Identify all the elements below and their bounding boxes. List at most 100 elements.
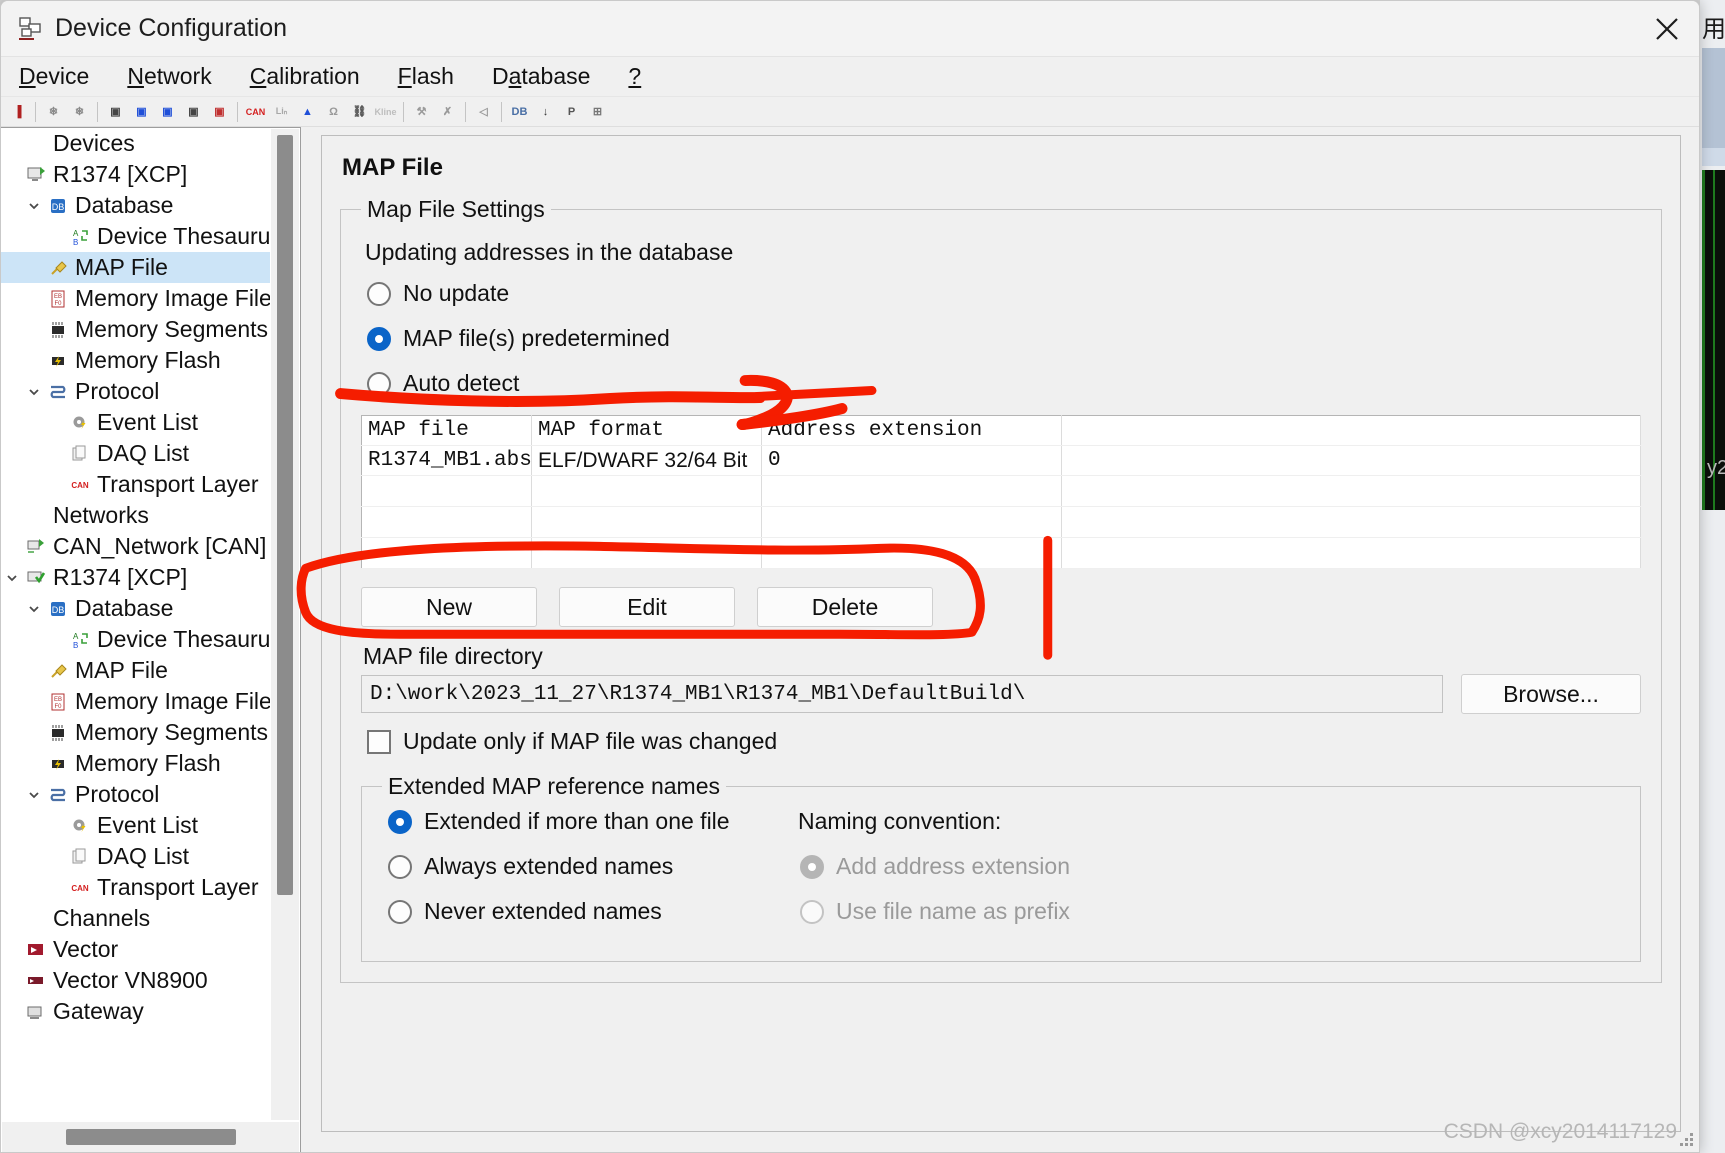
table-header-map-format[interactable]: MAP format: [531, 415, 762, 446]
tree-item-memory-segments[interactable]: Memory Segments: [1, 314, 270, 345]
tree-item-memory-image-file[interactable]: EB F0 Memory Image File: [1, 686, 270, 717]
extended-names-never-extended-names-radio[interactable]: [388, 899, 412, 924]
toolbar-lin-icon[interactable]: Liₙ: [269, 99, 294, 125]
update-mode-auto-detect-radio[interactable]: [367, 371, 391, 396]
chevron-down-icon[interactable]: [23, 602, 45, 616]
chevron-down-icon[interactable]: [23, 199, 45, 213]
toolbar-download-icon[interactable]: ↓: [533, 99, 558, 125]
tree-item-channels[interactable]: Channels: [1, 903, 270, 934]
tree-vertical-scrollbar[interactable]: [271, 129, 299, 1120]
table-row[interactable]: R1374_MB1.abs ELF/DWARF 32/64 Bit 0: [361, 445, 1641, 476]
toolbar-add-device-blue-icon[interactable]: ▣: [129, 99, 154, 125]
tree-item-memory-flash[interactable]: Memory Flash: [1, 345, 270, 376]
table-cell[interactable]: ELF/DWARF 32/64 Bit: [531, 445, 762, 476]
toolbar-database-icon[interactable]: DB: [507, 99, 532, 125]
table-cell[interactable]: [761, 475, 1062, 507]
table-cell[interactable]: [1061, 475, 1641, 507]
menu-database[interactable]: Database: [488, 61, 594, 92]
tree-item-daq-list[interactable]: DAQ List: [1, 438, 270, 469]
delete-button[interactable]: Delete: [757, 587, 933, 627]
toolbar-delete-icon[interactable]: ❄: [67, 99, 92, 125]
tree-item-can-network-can[interactable]: CAN_Network [CAN]: [1, 531, 270, 562]
menu-network[interactable]: Network: [123, 61, 215, 92]
toolbar-disconnect-x-icon[interactable]: ✗: [435, 99, 460, 125]
tree-item-networks[interactable]: Networks: [1, 500, 270, 531]
toolbar-add-device-red-icon[interactable]: ▣: [207, 99, 232, 125]
toolbar-can-icon[interactable]: CAN: [243, 99, 268, 125]
extended-names-always-extended-names-radio[interactable]: [388, 854, 412, 879]
update-mode-auto-detect[interactable]: Auto detect: [367, 370, 1641, 397]
menu-[interactable]: ?: [624, 61, 645, 92]
menu-flash[interactable]: Flash: [394, 61, 458, 92]
tree-horizontal-scrollbar[interactable]: [2, 1122, 299, 1152]
update-mode-no-update-radio[interactable]: [367, 281, 391, 306]
tree-item-transport-layer[interactable]: CAN Transport Layer: [1, 872, 270, 903]
chevron-down-icon[interactable]: [1, 571, 23, 585]
tree-item-event-list[interactable]: Event List: [1, 407, 270, 438]
tree-item-vector-vn8900[interactable]: Vector VN8900: [1, 965, 270, 996]
update-only-if-changed-checkbox[interactable]: [367, 729, 391, 754]
tree-item-protocol[interactable]: Protocol: [1, 376, 270, 407]
table-cell[interactable]: [1061, 537, 1641, 569]
table-body[interactable]: R1374_MB1.abs ELF/DWARF 32/64 Bit 0: [361, 445, 1641, 569]
tree-item-transport-layer[interactable]: CAN Transport Layer: [1, 469, 270, 500]
update-mode-map-file-s-predetermined-radio[interactable]: [367, 326, 391, 351]
table-cell[interactable]: [1061, 506, 1641, 538]
tree-item-gateway[interactable]: Gateway: [1, 996, 270, 1027]
tree-item-event-list[interactable]: Event List: [1, 810, 270, 841]
tree-item-r1374-xcp[interactable]: R1374 [XCP]: [1, 159, 270, 190]
table-cell[interactable]: [531, 475, 762, 507]
table-row[interactable]: [361, 475, 1641, 507]
table-cell[interactable]: R1374_MB1.abs: [361, 445, 532, 476]
table-cell[interactable]: [761, 537, 1062, 569]
table-cell[interactable]: [361, 537, 532, 569]
map-file-directory-input[interactable]: D:\work\2023_11_27\R1374_MB1\R1374_MB1\D…: [361, 675, 1443, 713]
toolbar-add-device-icon[interactable]: ▣: [103, 99, 128, 125]
update-only-if-changed-row[interactable]: Update only if MAP file was changed: [367, 728, 1641, 755]
tree-item-memory-image-file[interactable]: EB F0 Memory Image File: [1, 283, 270, 314]
toolbar-report-icon[interactable]: ⊞: [585, 99, 610, 125]
tree-item-devices[interactable]: Devices: [1, 128, 270, 159]
extended-names-extended-if-more-than-one-file-radio[interactable]: [388, 809, 412, 834]
toolbar-add-device-mem-icon[interactable]: ▣: [181, 99, 206, 125]
extended-names-never-extended-names[interactable]: Never extended names: [388, 898, 782, 925]
tree-item-daq-list[interactable]: DAQ List: [1, 841, 270, 872]
toolbar-kline-icon[interactable]: Kline: [373, 99, 398, 125]
table-cell[interactable]: [361, 506, 532, 538]
tree-item-database[interactable]: DB Database: [1, 593, 270, 624]
toolbar-disconnect-icon[interactable]: ▐: [5, 99, 30, 125]
toolbar-add-device-globe-icon[interactable]: ▣: [155, 99, 180, 125]
new-button[interactable]: New: [361, 587, 537, 627]
tree-item-database[interactable]: DB Database: [1, 190, 270, 221]
tree-item-device-thesaurus[interactable]: A B Device Thesaurus: [1, 624, 270, 655]
tree-item-protocol[interactable]: Protocol: [1, 779, 270, 810]
toolbar-protocol-icon[interactable]: P: [559, 99, 584, 125]
toolbar-most-icon[interactable]: Ω: [321, 99, 346, 125]
tree-item-map-file[interactable]: MAP File: [1, 655, 270, 686]
resize-grip[interactable]: [1679, 1132, 1695, 1148]
table-row[interactable]: [361, 506, 1641, 538]
tree-item-map-file[interactable]: MAP File: [1, 252, 270, 283]
table-header-map-file[interactable]: MAP file: [361, 415, 532, 446]
chevron-down-icon[interactable]: [23, 788, 45, 802]
table-cell[interactable]: [361, 475, 532, 507]
tree-item-vector[interactable]: Vector: [1, 934, 270, 965]
table-cell[interactable]: [531, 537, 762, 569]
tree-item-device-thesaurus[interactable]: A B Device Thesaurus: [1, 221, 270, 252]
edit-button[interactable]: Edit: [559, 587, 735, 627]
close-button[interactable]: [1635, 1, 1699, 57]
toolbar-flexray-icon[interactable]: ▲: [295, 99, 320, 125]
menu-device[interactable]: Device: [15, 61, 93, 92]
table-cell[interactable]: [1061, 445, 1641, 476]
chevron-down-icon[interactable]: [23, 385, 45, 399]
menu-calibration[interactable]: Calibration: [246, 61, 364, 92]
table-header-blank[interactable]: [1061, 415, 1641, 446]
update-mode-no-update[interactable]: No update: [367, 280, 1641, 307]
map-file-table[interactable]: MAP file MAP format Address extension R137…: [361, 415, 1641, 569]
toolbar-delete-check-icon[interactable]: ❄: [41, 99, 66, 125]
extended-names-extended-if-more-than-one-file[interactable]: Extended if more than one file: [388, 808, 782, 835]
table-cell[interactable]: [761, 506, 1062, 538]
tree-item-r1374-xcp[interactable]: R1374 [XCP]: [1, 562, 270, 593]
toolbar-wrench-icon[interactable]: ⚒: [409, 99, 434, 125]
table-cell[interactable]: 0: [761, 445, 1062, 476]
